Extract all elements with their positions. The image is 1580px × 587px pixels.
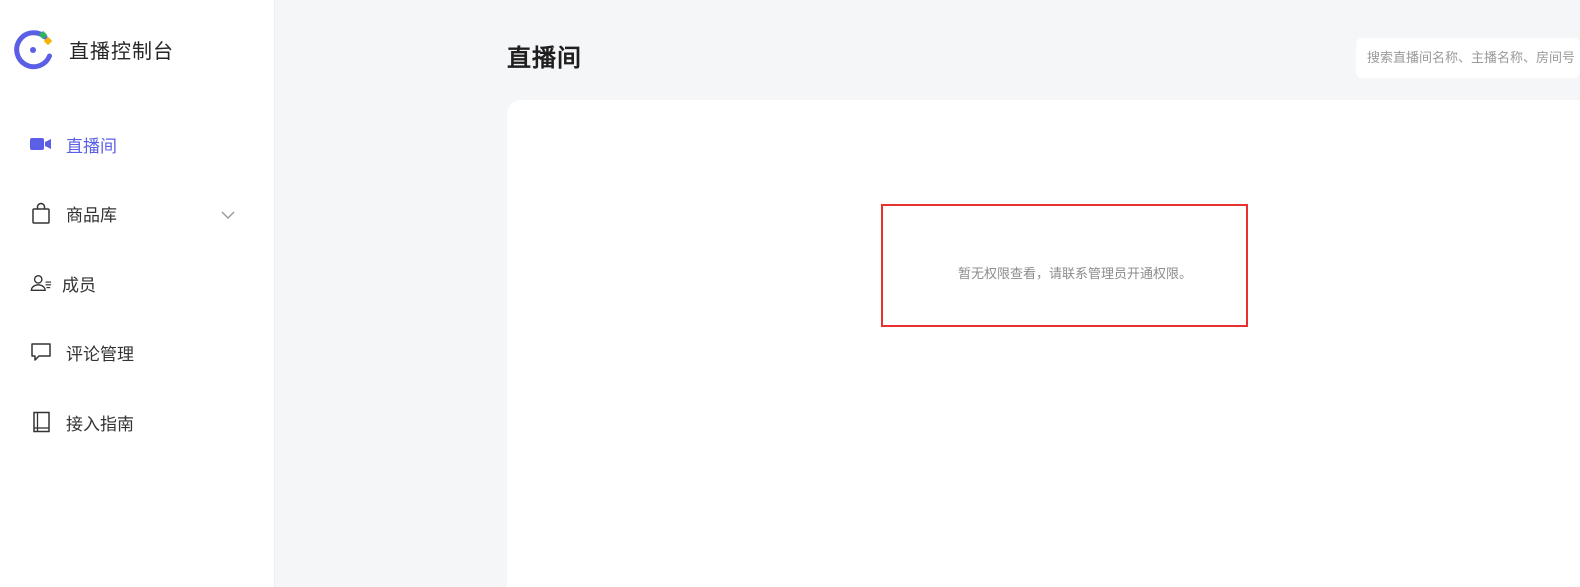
- sidebar-item-live-room[interactable]: 直播间: [0, 124, 275, 164]
- no-permission-message: 暂无权限查看，请联系管理员开通权限。: [958, 267, 1193, 282]
- app-logo-icon: [14, 30, 52, 70]
- sidebar: 直播控制台 直播间 商品库 成员 评论管理 接入指南: [0, 0, 275, 587]
- search-input[interactable]: [1356, 38, 1580, 78]
- video-camera-icon: [30, 133, 52, 155]
- sidebar-item-label: 直播间: [66, 136, 117, 157]
- book-icon: [30, 411, 52, 433]
- sidebar-item-label: 评论管理: [66, 344, 134, 365]
- sidebar-item-products[interactable]: 商品库: [0, 193, 275, 233]
- app-title: 直播控制台: [69, 38, 174, 63]
- content-panel: [507, 100, 1580, 587]
- sidebar-item-label: 商品库: [66, 205, 117, 226]
- sidebar-item-guide[interactable]: 接入指南: [0, 402, 275, 442]
- members-icon: [30, 272, 52, 294]
- shopping-bag-icon: [30, 202, 52, 224]
- brand: 直播控制台: [12, 28, 174, 70]
- sidebar-item-members[interactable]: 成员: [0, 263, 275, 303]
- sidebar-item-label: 成员: [62, 275, 96, 296]
- comment-icon: [30, 341, 52, 363]
- sidebar-item-label: 接入指南: [66, 414, 134, 435]
- page-title: 直播间: [507, 44, 582, 72]
- sidebar-item-comments[interactable]: 评论管理: [0, 332, 275, 372]
- chevron-down-icon[interactable]: [221, 205, 235, 224]
